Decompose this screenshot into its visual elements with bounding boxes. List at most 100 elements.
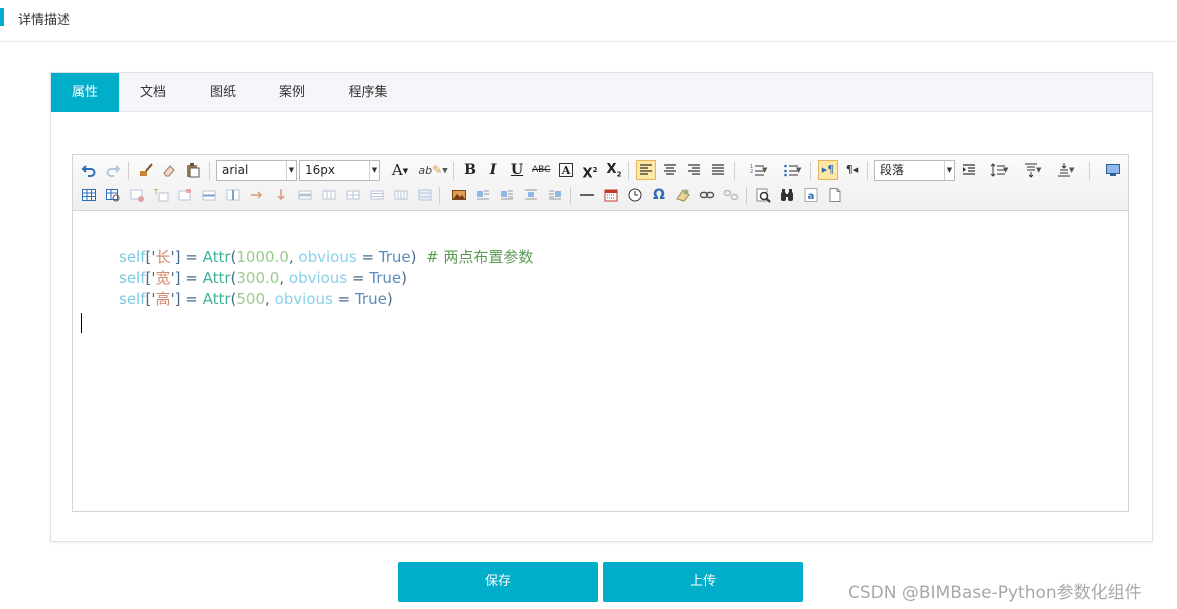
code-operator-token: = xyxy=(356,248,379,266)
insert-date-icon[interactable] xyxy=(602,186,620,204)
split-to-cols-icon[interactable] xyxy=(392,186,410,204)
editor-content-area[interactable]: self['长'] = Attr(1000.0, obvious = True)… xyxy=(73,212,1128,511)
bold-icon[interactable]: B xyxy=(461,161,479,179)
tab-documents[interactable]: 文档 xyxy=(119,73,187,112)
split-to-rows-icon[interactable] xyxy=(368,186,386,204)
code-line: self['长'] = Attr(1000.0, obvious = True)… xyxy=(119,246,533,266)
insert-caption-icon[interactable] xyxy=(176,186,194,204)
ltr-direction-icon[interactable]: ▸¶ xyxy=(818,160,838,180)
redo-icon[interactable] xyxy=(104,161,122,179)
insert-paragraph-before-table-icon[interactable]: T xyxy=(152,186,170,204)
indent-icon[interactable] xyxy=(960,161,978,179)
code-function-token: Attr xyxy=(202,269,231,287)
link-icon[interactable] xyxy=(698,186,716,204)
svg-text:a: a xyxy=(808,191,815,202)
merge-right-icon[interactable] xyxy=(248,186,266,204)
align-justify-icon[interactable] xyxy=(709,161,727,179)
line-height-icon[interactable]: ▼ xyxy=(984,161,1012,179)
fullscreen-icon[interactable] xyxy=(1104,161,1122,179)
font-family-select[interactable]: arial ▼ xyxy=(216,160,297,181)
paragraph-spacing-bottom-icon[interactable]: ▼ xyxy=(1050,161,1078,179)
unlink-icon[interactable] xyxy=(722,186,740,204)
code-line: self['宽'] = Attr(300.0, obvious = True) xyxy=(119,267,407,287)
image-none-float-icon[interactable] xyxy=(474,186,492,204)
code-function-token: Attr xyxy=(202,248,231,266)
chevron-down-icon: ▼ xyxy=(286,161,296,180)
image-center-icon[interactable] xyxy=(522,186,540,204)
code-keyword-token: obvious xyxy=(298,248,357,266)
rtl-direction-icon[interactable]: ¶◂ xyxy=(843,161,861,179)
superscript-icon[interactable]: X2 xyxy=(581,161,599,181)
code-operator-token: = xyxy=(180,248,203,266)
insert-row-icon[interactable] xyxy=(200,186,218,204)
search-replace-icon[interactable] xyxy=(778,186,796,204)
insert-image-icon[interactable] xyxy=(450,186,468,204)
toolbar-separator xyxy=(746,187,747,205)
code-self-token: self xyxy=(119,290,146,308)
toolbar-separator xyxy=(439,187,440,205)
autotypeset-icon[interactable]: a xyxy=(802,186,820,204)
paragraph-format-select[interactable]: 段落 ▼ xyxy=(874,160,955,181)
table-properties-icon[interactable] xyxy=(104,186,122,204)
font-size-select[interactable]: 16px ▼ xyxy=(299,160,380,181)
merge-down-icon[interactable] xyxy=(272,186,290,204)
toolbar-separator xyxy=(810,162,811,180)
code-keyword-token: obvious xyxy=(288,269,348,287)
detail-panel: 属性 文档 图纸 案例 程序集 arial ▼ 16px ▼ A▼ ab✎▼ B… xyxy=(50,72,1153,542)
align-left-icon[interactable] xyxy=(636,160,656,180)
delete-table-icon[interactable] xyxy=(128,186,146,204)
align-right-icon[interactable] xyxy=(685,161,703,179)
tab-drawings[interactable]: 图纸 xyxy=(187,73,259,112)
font-size-value: 16px xyxy=(305,163,335,177)
code-comma-token: , xyxy=(279,269,289,287)
undo-icon[interactable] xyxy=(80,161,98,179)
align-center-icon[interactable] xyxy=(661,161,679,179)
paragraph-spacing-top-icon[interactable]: ▼ xyxy=(1017,161,1045,179)
split-to-cells-icon[interactable] xyxy=(344,186,362,204)
unordered-list-icon[interactable]: ▼ xyxy=(777,161,805,179)
code-comma-token: , xyxy=(265,290,275,308)
image-right-float-icon[interactable] xyxy=(546,186,564,204)
font-color-icon[interactable]: A▼ xyxy=(386,161,414,179)
delete-row-icon[interactable] xyxy=(296,186,314,204)
strikethrough-icon[interactable]: ABC xyxy=(532,161,550,179)
horizontal-rule-icon[interactable] xyxy=(578,186,596,204)
upload-button[interactable]: 上传 xyxy=(603,562,803,602)
image-left-float-icon[interactable] xyxy=(498,186,516,204)
editor-toolbar: arial ▼ 16px ▼ A▼ ab✎▼ B I U ABC A X2 X2… xyxy=(73,155,1128,211)
toolbar-separator xyxy=(453,162,454,180)
paragraph-format-value: 段落 xyxy=(880,163,905,177)
blank-page-icon[interactable] xyxy=(826,186,844,204)
insert-table-icon[interactable] xyxy=(80,186,98,204)
font-border-icon[interactable]: A xyxy=(557,161,575,179)
code-key-token: 高 xyxy=(155,290,171,308)
code-function-token: Attr xyxy=(202,290,231,308)
table-row-spacing-icon[interactable] xyxy=(416,186,434,204)
code-operator-token: = xyxy=(180,290,203,308)
insert-time-icon[interactable] xyxy=(626,186,644,204)
paste-icon[interactable] xyxy=(184,161,202,179)
toolbar-separator xyxy=(209,162,210,180)
delete-column-icon[interactable] xyxy=(320,186,338,204)
code-key-token: 长 xyxy=(155,248,171,266)
tab-cases[interactable]: 案例 xyxy=(259,73,325,112)
emotion-icon[interactable] xyxy=(674,186,692,204)
tab-attributes[interactable]: 属性 xyxy=(51,73,119,112)
special-character-icon[interactable]: Ω xyxy=(650,186,668,204)
code-number-token: 500 xyxy=(236,290,266,308)
preview-icon[interactable] xyxy=(754,186,772,204)
code-value-token: True xyxy=(369,269,402,287)
underline-icon[interactable]: U xyxy=(508,161,526,179)
insert-column-icon[interactable] xyxy=(224,186,242,204)
tab-assemblies[interactable]: 程序集 xyxy=(325,73,411,112)
code-number-token: 300.0 xyxy=(236,269,280,287)
format-painter-icon[interactable] xyxy=(137,161,155,179)
highlight-color-icon[interactable]: ab✎▼ xyxy=(418,161,448,179)
eraser-icon[interactable] xyxy=(160,161,178,179)
italic-icon[interactable]: I xyxy=(484,161,502,179)
toolbar-separator xyxy=(128,162,129,180)
code-bracket-token: '] xyxy=(170,269,181,287)
ordered-list-icon[interactable]: 1 2 ▼ xyxy=(743,161,771,179)
subscript-icon[interactable]: X2 xyxy=(605,161,623,179)
save-button[interactable]: 保存 xyxy=(398,562,598,602)
